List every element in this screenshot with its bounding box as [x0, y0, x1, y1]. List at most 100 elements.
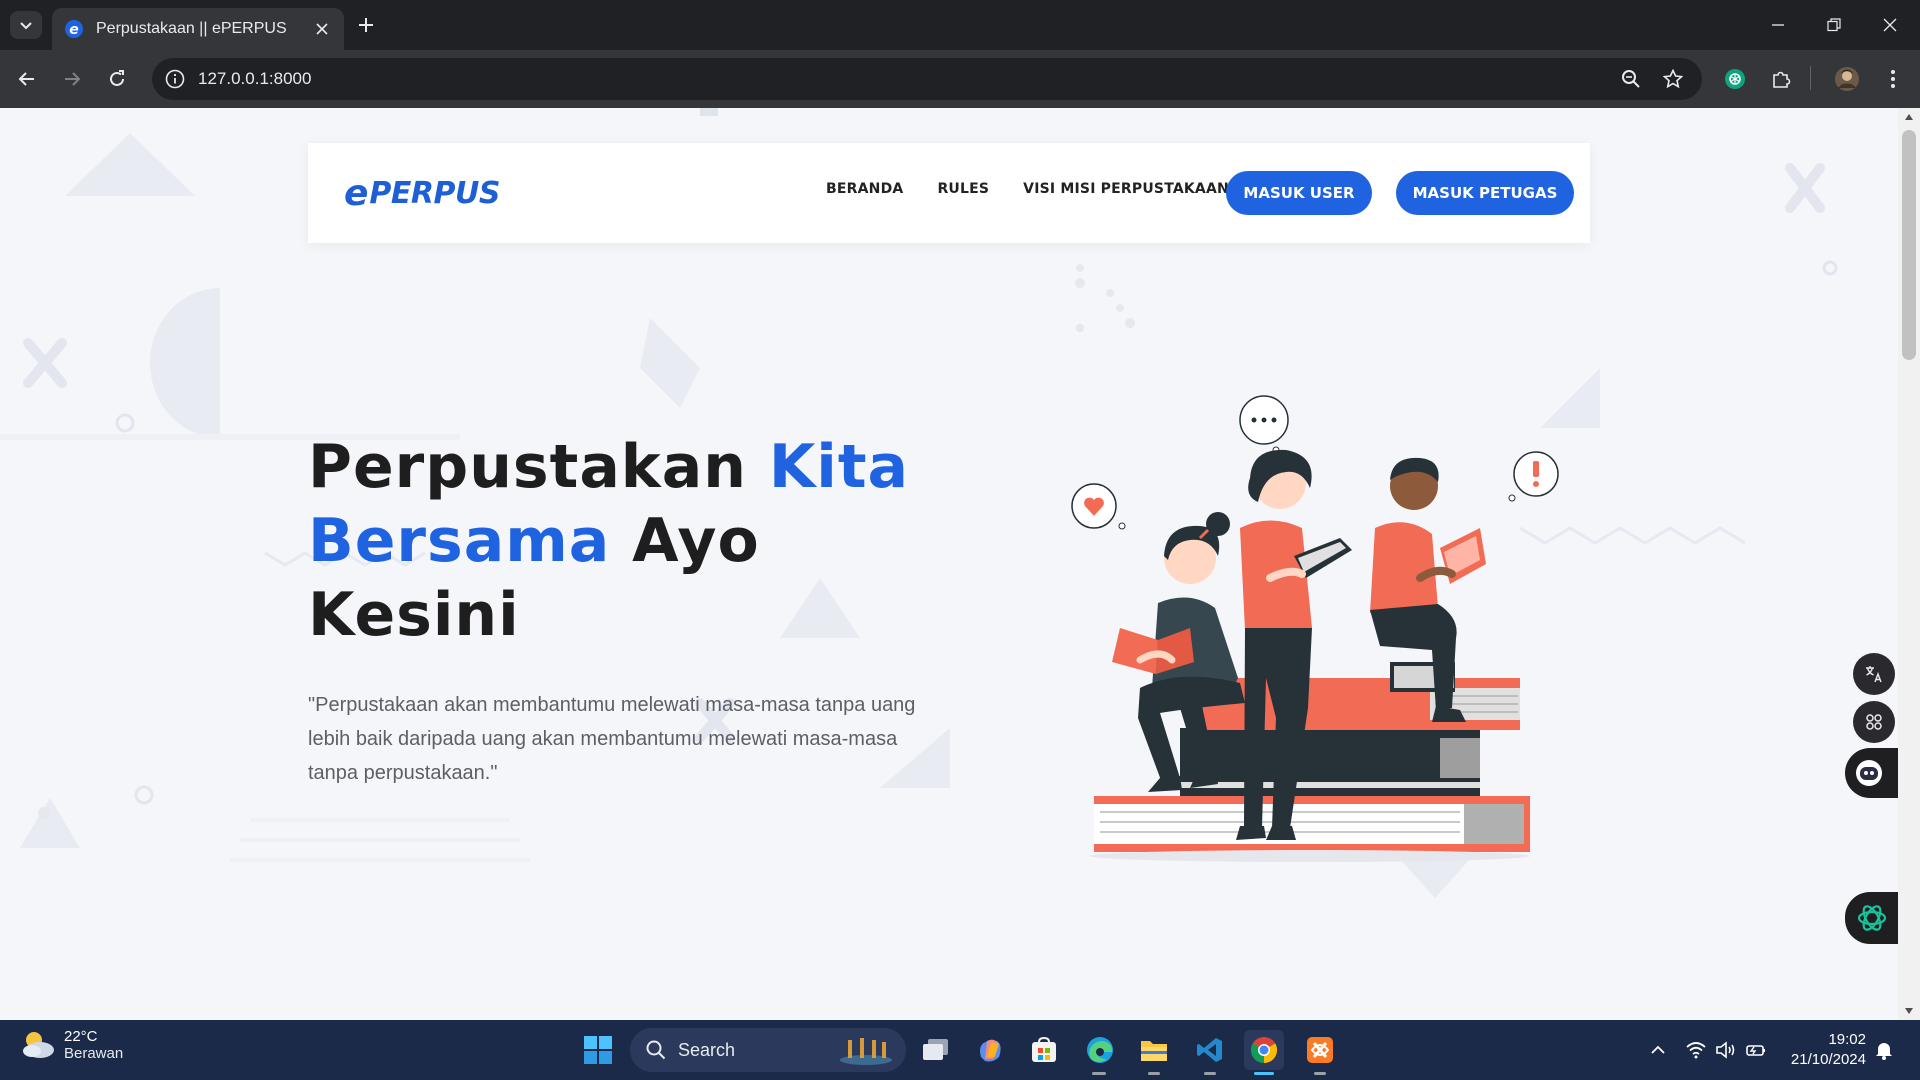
microsoft-store-button[interactable] [1024, 1030, 1064, 1070]
logo-prefix: e [344, 172, 369, 214]
speaker-icon [1716, 1041, 1735, 1059]
clock-date: 21/10/2024 [1790, 1051, 1866, 1068]
notifications-button[interactable] [1872, 1038, 1896, 1062]
scrollbar-thumb[interactable] [1902, 130, 1916, 360]
site-navbar: e PERPUS BERANDA RULES VISI MISI PERPUST… [308, 143, 1590, 243]
browser-tab-active[interactable]: e Perpustakaan || ePERPUS [52, 8, 344, 50]
zoom-button[interactable] [1620, 68, 1642, 90]
address-bar[interactable]: 127.0.0.1:8000 [152, 58, 1702, 100]
taskbar-search[interactable]: Search [630, 1028, 906, 1072]
plus-icon [359, 18, 373, 32]
browser-toolbar: 127.0.0.1:8000 [0, 50, 1920, 108]
scroll-up-arrow[interactable] [1902, 110, 1916, 124]
chrome-button[interactable] [1244, 1030, 1284, 1070]
puzzle-icon [1773, 71, 1791, 88]
vscode-running-indicator [1204, 1072, 1216, 1075]
triangle-down-icon [1905, 1008, 1913, 1014]
battery-charging-icon [1746, 1045, 1765, 1056]
eperpus-favicon-icon: e [65, 20, 83, 38]
minimize-button[interactable] [1764, 12, 1792, 38]
battery-button[interactable] [1744, 1038, 1768, 1062]
tab-title: Perpustakaan || ePERPUS [96, 20, 287, 37]
grid-icon [1866, 714, 1882, 730]
xampp-running-indicator [1314, 1072, 1326, 1075]
translate-icon [1866, 666, 1882, 683]
restore-button[interactable] [1820, 12, 1848, 38]
browser-menu-button[interactable] [1880, 66, 1906, 92]
svg-text:e: e [69, 22, 79, 38]
avatar-icon [1835, 67, 1859, 91]
translate-widget-button[interactable] [1853, 653, 1895, 695]
system-clock[interactable]: 19:02 21/10/2024 [1780, 1030, 1866, 1070]
edge-icon [1087, 1037, 1113, 1063]
hero-title-part3: Kesini [308, 580, 520, 650]
bookmark-button[interactable] [1662, 68, 1684, 90]
masuk-user-button[interactable]: MASUK USER [1226, 171, 1372, 215]
tab-search-button[interactable] [10, 11, 42, 39]
browser-tab-bar: e Perpustakaan || ePERPUS [0, 0, 1920, 50]
hero-title-accent1: Kita [768, 432, 910, 502]
extensions-button[interactable] [1768, 66, 1794, 92]
arrow-right-icon [65, 72, 81, 86]
cloud-moon-icon [23, 1032, 54, 1058]
wifi-icon [1686, 1042, 1706, 1059]
copilot-button[interactable] [970, 1030, 1010, 1070]
forward-button[interactable] [57, 64, 87, 94]
start-button[interactable] [578, 1030, 618, 1070]
url-text: 127.0.0.1:8000 [198, 69, 312, 88]
hero-title-accent2: Bersama [308, 506, 611, 576]
chatgpt-icon [1857, 905, 1887, 931]
close-window-button[interactable] [1876, 12, 1904, 38]
apps-widget-button[interactable] [1853, 701, 1895, 743]
chatgpt-extension-button[interactable] [1722, 66, 1748, 92]
assistant-widget-button[interactable] [1845, 748, 1898, 798]
site-info-icon[interactable] [164, 68, 186, 90]
chevron-down-icon [20, 22, 32, 30]
more-vertical-icon [1891, 70, 1895, 88]
scroll-down-arrow[interactable] [1902, 1004, 1916, 1018]
page-scrollbar[interactable] [1898, 108, 1920, 1020]
hero-title-part2: Ayo [610, 506, 760, 576]
search-icon [646, 1040, 666, 1060]
zoom-icon [1622, 70, 1640, 88]
hero-title-part1: Perpustakan [308, 432, 769, 502]
file-explorer-button[interactable] [1134, 1030, 1174, 1070]
close-icon [316, 23, 328, 35]
nav-link-visi-misi[interactable]: VISI MISI PERPUSTAKAAN [1023, 181, 1229, 197]
chatgpt-widget-button[interactable] [1845, 892, 1898, 944]
masuk-petugas-button[interactable]: MASUK PETUGAS [1396, 171, 1574, 215]
chevron-up-icon [1651, 1045, 1665, 1054]
nav-link-beranda[interactable]: BERANDA [826, 181, 903, 197]
tab-close-button[interactable] [312, 19, 332, 39]
wifi-button[interactable] [1684, 1038, 1708, 1062]
weather-widget[interactable]: 22°C Berawan [20, 1028, 123, 1062]
hero-title: Perpustakan Kita Bersama Ayo Kesini [308, 430, 928, 652]
weather-temperature: 22°C [64, 1028, 98, 1045]
back-button[interactable] [12, 64, 42, 94]
explorer-running-indicator [1148, 1072, 1160, 1075]
chatgpt-icon [1725, 69, 1745, 89]
chrome-active-indicator [1254, 1072, 1274, 1075]
xampp-button[interactable] [1300, 1030, 1340, 1070]
profile-avatar-button[interactable] [1834, 66, 1860, 92]
weather-description: Berawan [64, 1045, 124, 1062]
bot-face-icon [1856, 760, 1882, 786]
edge-button[interactable] [1080, 1030, 1120, 1070]
show-hidden-icons-button[interactable] [1646, 1038, 1670, 1062]
reload-icon [110, 70, 124, 86]
toolbar-divider [1810, 66, 1811, 90]
task-view-button[interactable] [916, 1030, 956, 1070]
vscode-icon [1197, 1038, 1222, 1062]
folder-icon [1141, 1041, 1167, 1061]
reload-button[interactable] [102, 64, 132, 94]
main-nav: BERANDA RULES VISI MISI PERPUSTAKAAN [826, 181, 1229, 197]
bell-icon [1876, 1043, 1892, 1060]
reading-people-illustration [1071, 395, 1559, 862]
vscode-button[interactable] [1190, 1030, 1230, 1070]
star-icon [1663, 69, 1683, 89]
volume-button[interactable] [1714, 1038, 1738, 1062]
new-tab-button[interactable] [354, 13, 378, 37]
site-logo[interactable]: e PERPUS [344, 172, 500, 214]
nav-link-rules[interactable]: RULES [937, 181, 989, 197]
hero-quote: "Perpustakaan akan membantumu melewati m… [308, 694, 916, 784]
